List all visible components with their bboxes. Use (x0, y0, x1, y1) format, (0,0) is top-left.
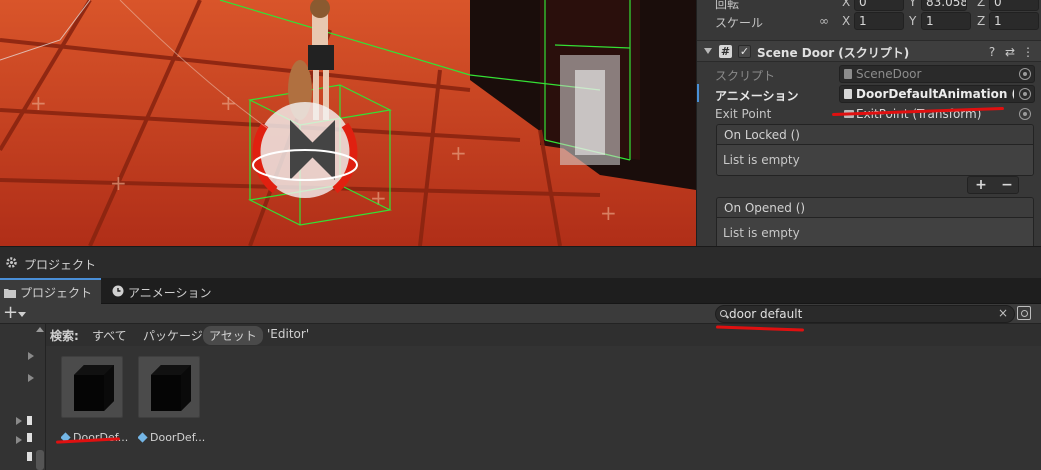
asset-name: DoorDef... (138, 431, 208, 444)
fold-arrow-icon[interactable] (704, 48, 712, 54)
script-icon: # (719, 45, 732, 58)
save-search-icon[interactable] (1017, 306, 1031, 320)
svg-text:+: + (110, 171, 127, 195)
object-picker-icon[interactable] (1019, 88, 1031, 100)
asset-name-text: DoorDef... (150, 431, 206, 444)
on-locked-event: On Locked () List is empty (716, 124, 1034, 176)
component-title: Scene Door (スクリプト) (757, 46, 910, 60)
scale-y-field[interactable]: 1 (921, 12, 971, 30)
asset-thumbnail (138, 356, 200, 418)
animation-field-row: アニメーション DoorDefaultAnimation (Door (697, 84, 1041, 104)
search-value: door default (729, 307, 803, 321)
search-input[interactable]: door default × (715, 305, 1015, 323)
tree-expand-icon[interactable] (28, 352, 34, 360)
tree-expand-icon[interactable] (16, 417, 22, 425)
on-opened-empty: List is empty (717, 218, 1033, 246)
scale-z-field[interactable]: 1 (989, 12, 1039, 30)
component-enabled-checkbox[interactable]: ✓ (738, 45, 751, 58)
asset-grid: DoorDef... DoorDef... (46, 346, 1041, 470)
animation-field[interactable]: DoorDefaultAnimation (Door (839, 85, 1035, 103)
project-tabbar: プロジェクト アニメーション (0, 278, 1041, 304)
svg-text:+: + (600, 201, 617, 225)
on-locked-empty: List is empty (717, 145, 1033, 175)
clear-search-icon[interactable]: × (998, 306, 1008, 320)
asset-thumbnail (61, 356, 123, 418)
create-button[interactable]: + (3, 303, 18, 323)
animation-value: DoorDefaultAnimation (Door (856, 87, 1014, 101)
filter-packages[interactable]: パッケージ (143, 327, 203, 344)
object-picker-icon[interactable] (1019, 68, 1031, 80)
tab-animation-label: アニメーション (128, 286, 212, 300)
cube-icon (74, 365, 114, 411)
rotation-z-label: Z (977, 0, 986, 9)
scale-x-field[interactable]: 1 (854, 12, 904, 30)
more-options-icon[interactable]: ⋮ (1021, 45, 1035, 59)
project-toolbar: + door default × (0, 303, 1041, 324)
script-field[interactable]: SceneDoor (839, 65, 1035, 83)
constrain-proportions-icon[interactable]: ∞ (819, 14, 829, 28)
tree-expand-icon[interactable] (28, 374, 34, 382)
scale-label: スケール (715, 16, 764, 30)
add-event-button[interactable]: + (968, 177, 994, 193)
inspector-panel: 回転 X 0 Y 83.058 Z 0 スケール ∞ X 1 Y 1 Z 1 #… (696, 0, 1041, 246)
chevron-down-icon[interactable] (18, 312, 26, 317)
on-opened-title: On Opened () (717, 198, 1033, 218)
component-header[interactable]: # ✓ Scene Door (スクリプト) ? ⇄ ⋮ (697, 40, 1041, 62)
object-picker-icon[interactable] (1019, 108, 1031, 120)
script-file-icon (844, 69, 852, 79)
clock-icon (112, 285, 124, 297)
rotation-y-label: Y (909, 0, 917, 9)
tab-project-label: プロジェクト (20, 286, 93, 300)
remove-event-button[interactable]: − (994, 177, 1020, 193)
gear-icon (6, 257, 17, 268)
tab-animation[interactable]: アニメーション (108, 278, 212, 304)
folder-marker (27, 452, 32, 461)
scene-canvas[interactable]: +++ +++ (0, 0, 696, 246)
tree-scrollbar[interactable] (36, 450, 44, 470)
preset-icon[interactable]: ⇄ (1003, 45, 1017, 59)
folder-icon (4, 289, 16, 298)
svg-text:+: + (450, 141, 467, 165)
scene-view[interactable]: + + + + + + (0, 0, 696, 246)
scale-z-label: Z (977, 14, 986, 28)
scroll-up-icon[interactable] (36, 327, 44, 332)
rotation-y-field[interactable]: 83.058 (921, 0, 967, 11)
event-list-buttons: + − (967, 176, 1019, 194)
script-value: SceneDoor (856, 67, 922, 81)
project-window-title: プロジェクト (24, 258, 97, 272)
scale-y-label: Y (909, 14, 917, 28)
filter-editor[interactable]: 'Editor' (267, 327, 309, 341)
search-filter-row: 検索: すべて パッケージ アセット 'Editor' (46, 324, 1041, 346)
project-window-titlebar: プロジェクト (0, 246, 1041, 278)
tab-project[interactable]: プロジェクト (0, 278, 101, 304)
folder-marker (27, 416, 32, 425)
rotation-x-label: X (842, 0, 851, 9)
svg-text:+: + (30, 91, 47, 115)
filter-assets[interactable]: アセット (203, 326, 263, 345)
prefab-icon (138, 432, 148, 443)
rotation-x-field[interactable]: 0 (854, 0, 904, 11)
search-icon (720, 310, 727, 317)
animation-file-icon (844, 89, 852, 99)
filter-all[interactable]: すべて (92, 327, 127, 344)
cube-icon (151, 365, 191, 411)
exit-point-label: Exit Point (715, 107, 772, 121)
on-opened-event: On Opened () List is empty (716, 197, 1034, 246)
folder-tree[interactable] (0, 324, 46, 470)
tree-expand-icon[interactable] (16, 436, 22, 444)
scale-row: スケール ∞ X 1 Y 1 Z 1 (697, 11, 1041, 31)
scale-x-label: X (842, 14, 851, 28)
rotation-z-field[interactable]: 0 (989, 0, 1039, 11)
animation-label: アニメーション (715, 89, 799, 103)
help-icon[interactable]: ? (985, 45, 999, 59)
svg-text:+: + (370, 186, 387, 210)
filter-label: 検索: (50, 329, 79, 343)
on-locked-title: On Locked () (717, 125, 1033, 145)
script-field-row: スクリプト SceneDoor (697, 64, 1041, 84)
folder-marker (27, 433, 32, 442)
script-label: スクリプト (715, 69, 776, 83)
